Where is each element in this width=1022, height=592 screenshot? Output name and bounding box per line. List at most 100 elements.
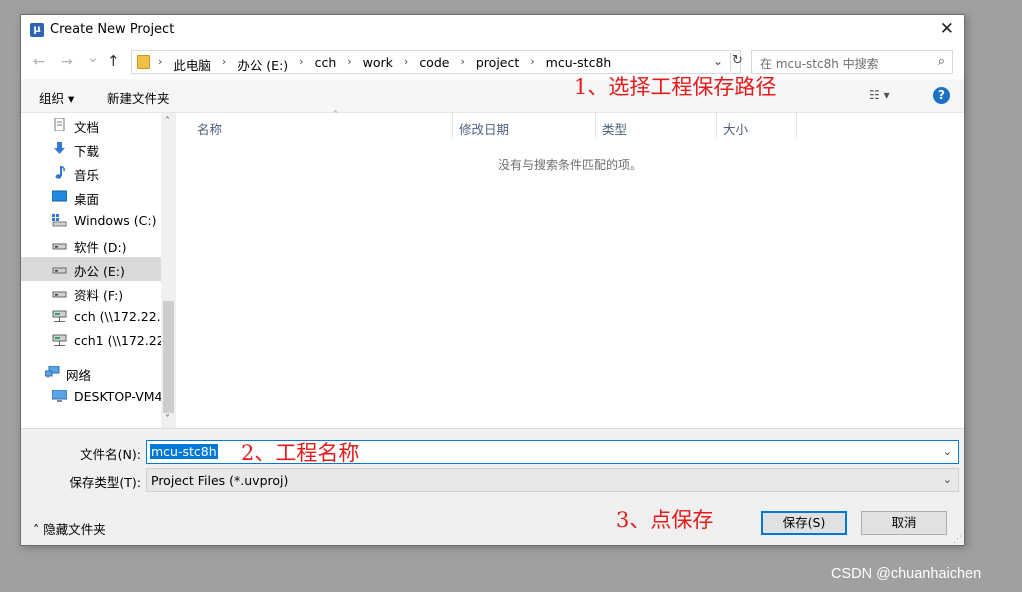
annotation-step1: 1、选择工程保存路径 [574, 75, 777, 99]
command-toolbar: 组织 ▾ 新建文件夹 ☷ ▾ ? [21, 79, 964, 113]
breadcrumb-separator[interactable]: › [299, 55, 303, 74]
sidebar-item-music[interactable]: 音乐 [21, 161, 161, 185]
breadcrumb-code[interactable]: code [419, 55, 449, 74]
navigation-bar: ← → ⌄ ↑ › 此电脑 › 办公 (E:) › cch › work › c… [21, 45, 964, 79]
sidebar-item-network[interactable]: 网络 [21, 361, 161, 385]
empty-list-message: 没有与搜索条件匹配的项。 [497, 158, 642, 172]
sidebar-item-label: 下载 [74, 144, 100, 159]
sidebar-item-network-drive-cch1[interactable]: cch1 (\\172.22. [21, 329, 161, 353]
column-header-label: 修改日期 [459, 122, 510, 137]
column-header-size[interactable]: 大小 [717, 113, 797, 139]
filetype-value: Project Files (*.uvproj) [151, 473, 289, 488]
search-icon[interactable]: ⌕ [938, 54, 945, 69]
filetype-select[interactable]: Project Files (*.uvproj) ⌄ [146, 468, 959, 492]
breadcrumb-separator[interactable]: › [460, 55, 464, 74]
column-header-modified[interactable]: 修改日期 [453, 113, 596, 139]
sidebar-item-label: 资料 (F:) [74, 288, 124, 303]
keil-app-icon: µ [30, 23, 44, 37]
refresh-icon[interactable]: ↻ [730, 53, 743, 71]
sidebar-item-label: DESKTOP-VM4 [74, 389, 161, 404]
scroll-up-icon[interactable]: ˄ [165, 116, 170, 127]
annotation-step3: 3、点保存 [616, 508, 714, 532]
sidebar-item-label: cch1 (\\172.22. [74, 333, 161, 348]
breadcrumb-project[interactable]: project [476, 55, 519, 74]
breadcrumb-separator[interactable]: › [404, 55, 408, 74]
sidebar-item-downloads[interactable]: 下载 [21, 137, 161, 161]
sort-ascending-icon: ˄ [333, 110, 338, 121]
sidebar-item-drive-c[interactable]: Windows (C:) [21, 209, 161, 233]
up-arrow-icon[interactable]: ↑ [107, 52, 120, 70]
filename-label: 文件名(N): [80, 447, 141, 462]
sidebar-item-label: 音乐 [74, 168, 100, 183]
network-drive-icon [52, 334, 67, 346]
hide-folders-toggle[interactable]: ˄ 隐藏文件夹 [33, 519, 106, 538]
breadcrumb: › 此电脑 › 办公 (E:) › cch › work › code › pr… [158, 55, 611, 74]
column-header-name[interactable]: 名称 ˄ [191, 110, 453, 139]
drive-icon [52, 243, 67, 250]
document-icon [54, 118, 65, 131]
window-title: Create New Project [50, 22, 175, 37]
sidebar-item-label: 办公 (E:) [74, 264, 125, 279]
address-dropdown-icon[interactable]: ⌄ [713, 54, 723, 68]
music-icon [55, 166, 65, 179]
save-options-panel: 文件名(N): mcu-stc8h ⌄ 保存类型(T): Project Fil… [21, 428, 964, 545]
navigation-pane: 文档 下载 音乐 桌面 Windows (C:) 软件 (D:) 办公 (E:) [21, 113, 176, 428]
title-bar: µ Create New Project ✕ [21, 15, 964, 45]
sidebar-item-drive-e[interactable]: 办公 (E:) [21, 257, 161, 281]
close-icon[interactable]: ✕ [940, 19, 954, 39]
forward-arrow-icon[interactable]: → [61, 54, 73, 70]
column-header-label: 大小 [723, 122, 749, 137]
sidebar-item-label: 桌面 [74, 192, 100, 207]
network-icon [45, 366, 60, 378]
sidebar-item-documents[interactable]: 文档 [21, 113, 161, 137]
sidebar-scroll-thumb[interactable] [163, 301, 174, 413]
back-arrow-icon[interactable]: ← [33, 54, 45, 70]
search-input[interactable]: 在 mcu-stc8h 中搜索 ⌕ [751, 50, 953, 74]
new-folder-button[interactable]: 新建文件夹 [107, 88, 170, 107]
chevron-down-icon[interactable]: ⌄ [943, 473, 952, 486]
organize-menu-button[interactable]: 组织 ▾ [39, 88, 74, 107]
save-button[interactable]: 保存(S) [761, 511, 847, 535]
column-header-label: 类型 [602, 122, 628, 137]
search-placeholder: 在 mcu-stc8h 中搜索 [760, 57, 879, 71]
sidebar-item-drive-d[interactable]: 软件 (D:) [21, 233, 161, 257]
help-icon[interactable]: ? [933, 87, 950, 104]
computer-icon [52, 390, 67, 402]
sidebar-item-label: 文档 [74, 120, 100, 135]
network-drive-icon [52, 310, 67, 322]
chevron-down-icon[interactable]: ⌄ [943, 445, 952, 458]
create-project-dialog: µ Create New Project ✕ ← → ⌄ ↑ › 此电脑 › 办… [20, 14, 965, 546]
breadcrumb-separator[interactable]: › [222, 55, 226, 74]
folder-icon [137, 55, 150, 69]
sidebar-item-drive-f[interactable]: 资料 (F:) [21, 281, 161, 305]
cancel-button[interactable]: 取消 [861, 511, 947, 535]
sidebar-item-label: 网络 [66, 368, 92, 383]
breadcrumb-cch[interactable]: cch [315, 55, 337, 74]
breadcrumb-separator[interactable]: › [347, 55, 351, 74]
breadcrumb-separator: › [158, 55, 163, 68]
scroll-down-icon[interactable]: ˅ [165, 414, 170, 425]
drive-icon [52, 291, 67, 298]
breadcrumb-this-pc[interactable]: 此电脑 [173, 55, 211, 74]
download-icon [54, 142, 65, 154]
sidebar-item-label: Windows (C:) [74, 213, 157, 228]
view-options-icon[interactable]: ☷ ▾ [869, 88, 890, 102]
sidebar-item-desktop[interactable]: 桌面 [21, 185, 161, 209]
recent-locations-icon[interactable]: ⌄ [87, 50, 99, 66]
filename-value[interactable]: mcu-stc8h [150, 444, 218, 459]
windows-drive-icon [52, 214, 67, 227]
drive-icon [52, 267, 67, 274]
annotation-step2: 2、工程名称 [241, 441, 360, 465]
breadcrumb-work[interactable]: work [363, 55, 393, 74]
resize-grip-icon[interactable]: ⋰ [953, 535, 962, 545]
csdn-watermark: CSDN @chuanhaichen [831, 566, 982, 582]
filetype-label: 保存类型(T): [69, 475, 141, 490]
file-list: 名称 ˄ 修改日期 类型 大小 没有与搜索条件匹配的项。 [176, 110, 964, 428]
column-header-type[interactable]: 类型 [596, 113, 717, 139]
sidebar-item-desktop-vm4[interactable]: DESKTOP-VM4 [21, 385, 161, 409]
sidebar-item-label: cch (\\172.22.1 [74, 309, 161, 324]
breadcrumb-separator[interactable]: › [530, 55, 534, 74]
sidebar-item-network-drive-cch[interactable]: cch (\\172.22.1 [21, 305, 161, 329]
breadcrumb-drive-e[interactable]: 办公 (E:) [237, 55, 288, 74]
column-header-label: 名称 [197, 122, 223, 137]
